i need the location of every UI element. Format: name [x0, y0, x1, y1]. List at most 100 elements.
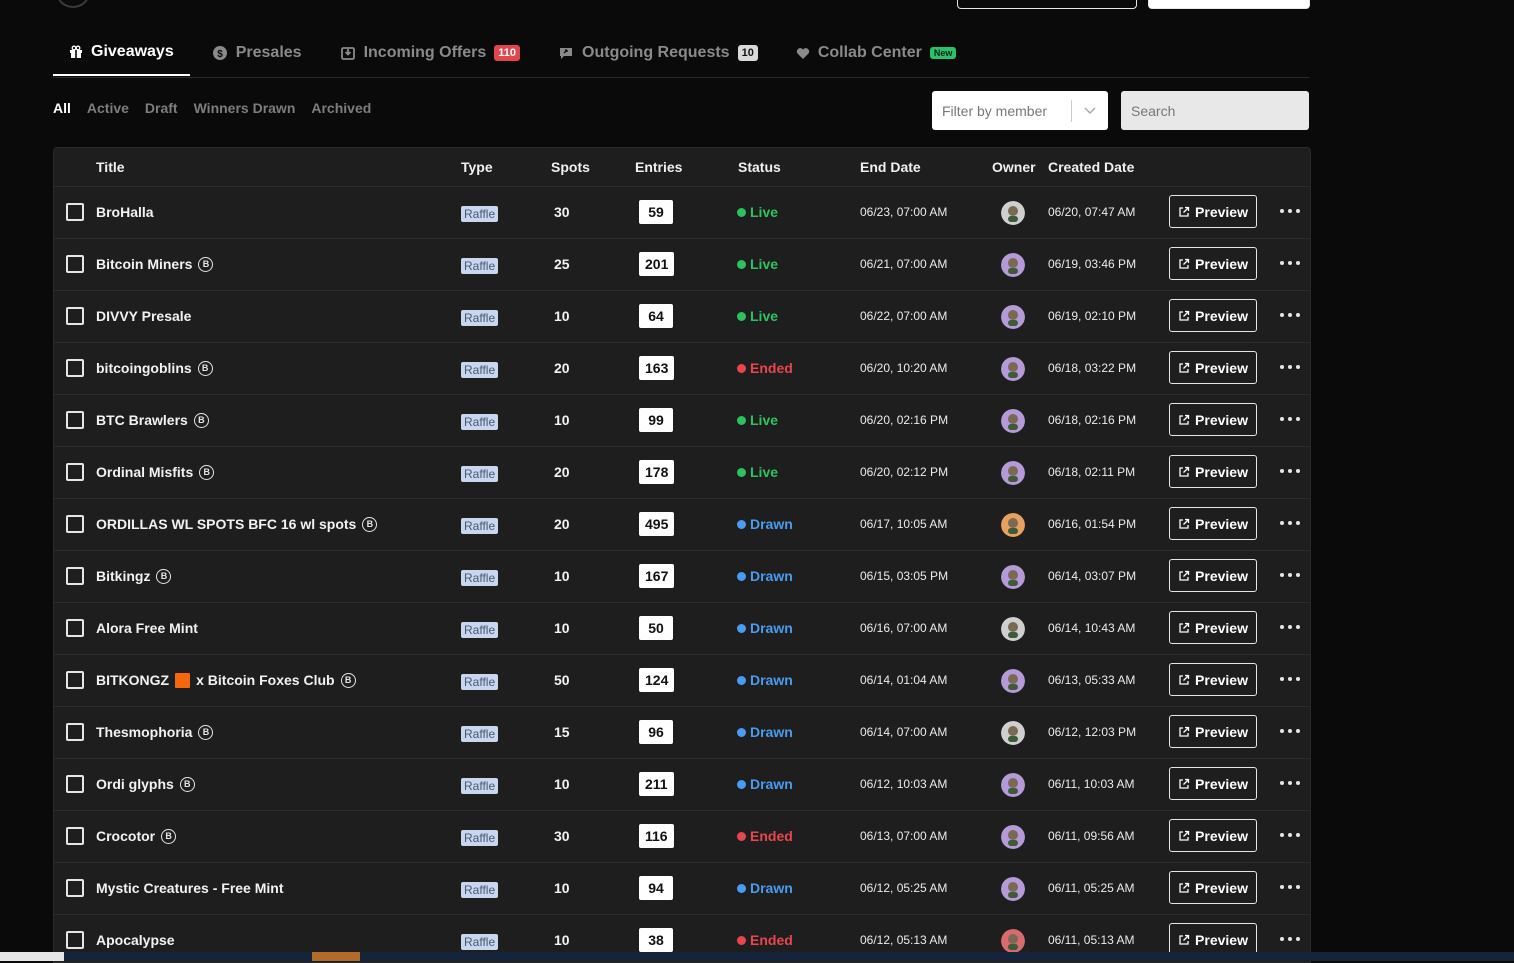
preview-button[interactable]: Preview — [1169, 247, 1257, 280]
table-row[interactable]: bitcoingoblins B Raffle 20 163 Ended 06/2… — [54, 343, 1310, 395]
filter-draft[interactable]: Draft — [145, 100, 178, 116]
owner-avatar[interactable] — [1001, 357, 1025, 381]
col-status[interactable]: Status — [738, 159, 781, 175]
owner-avatar[interactable] — [1001, 409, 1025, 433]
col-owner[interactable]: Owner — [992, 159, 1036, 175]
more-options-icon[interactable] — [1280, 879, 1300, 895]
preview-button[interactable]: Preview — [1169, 299, 1257, 332]
col-type[interactable]: Type — [461, 159, 493, 175]
member-filter-select[interactable]: Filter by member — [932, 91, 1108, 130]
more-options-icon[interactable] — [1280, 567, 1300, 583]
owner-avatar[interactable] — [1001, 773, 1025, 797]
filter-active[interactable]: Active — [87, 100, 129, 116]
top-solid-button[interactable] — [1148, 0, 1310, 9]
row-title-cell[interactable]: BTC Brawlers B — [96, 412, 209, 428]
filter-all[interactable]: All — [53, 100, 71, 116]
table-row[interactable]: BITKONGZ x Bitcoin Foxes Club B Raffle 50 … — [54, 655, 1310, 707]
row-checkbox[interactable] — [66, 359, 84, 377]
col-created-date[interactable]: Created Date — [1048, 159, 1134, 175]
row-title-cell[interactable]: Apocalypse — [96, 932, 194, 948]
row-title-cell[interactable]: BroHalla — [96, 204, 173, 220]
row-checkbox[interactable] — [66, 931, 84, 949]
row-title-cell[interactable]: DIVVY Presale — [96, 308, 210, 324]
more-options-icon[interactable] — [1280, 619, 1300, 635]
col-title[interactable]: Title — [96, 159, 125, 175]
table-row[interactable]: Ordi glyphs B Raffle 10 211 Drawn 06/12, … — [54, 759, 1310, 811]
table-row[interactable]: ORDILLAS WL SPOTS BFC 16 wl spots B Raffl… — [54, 499, 1310, 551]
row-checkbox[interactable] — [66, 203, 84, 221]
row-checkbox[interactable] — [66, 827, 84, 845]
tab-presales[interactable]: $ Presales — [196, 30, 318, 76]
table-row[interactable]: Thesmophoria B Raffle 15 96 Drawn 06/14, … — [54, 707, 1310, 759]
row-title-cell[interactable]: Alora Free Mint — [96, 620, 217, 636]
preview-button[interactable]: Preview — [1169, 611, 1257, 644]
col-spots[interactable]: Spots — [551, 159, 590, 175]
more-options-icon[interactable] — [1280, 203, 1300, 219]
taskbar-start[interactable] — [0, 952, 64, 961]
owner-avatar[interactable] — [1001, 669, 1025, 693]
owner-avatar[interactable] — [1001, 929, 1025, 953]
owner-avatar[interactable] — [1001, 513, 1025, 537]
more-options-icon[interactable] — [1280, 775, 1300, 791]
tab-incoming-offers[interactable]: Incoming Offers 110 — [324, 30, 536, 76]
col-entries[interactable]: Entries — [635, 159, 682, 175]
owner-avatar[interactable] — [1001, 253, 1025, 277]
filter-archived[interactable]: Archived — [311, 100, 371, 116]
row-title-cell[interactable]: Thesmophoria B — [96, 724, 214, 740]
row-checkbox[interactable] — [66, 255, 84, 273]
table-row[interactable]: Mystic Creatures - Free Mint Raffle 10 9… — [54, 863, 1310, 915]
tab-collab-center[interactable]: Collab Center New — [780, 30, 973, 76]
row-checkbox[interactable] — [66, 671, 84, 689]
owner-avatar[interactable] — [1001, 201, 1025, 225]
row-checkbox[interactable] — [66, 411, 84, 429]
row-checkbox[interactable] — [66, 775, 84, 793]
preview-button[interactable]: Preview — [1169, 819, 1257, 852]
more-options-icon[interactable] — [1280, 671, 1300, 687]
row-title-cell[interactable]: Bitkingz B — [96, 568, 172, 584]
owner-avatar[interactable] — [1001, 565, 1025, 589]
row-title-cell[interactable]: BITKONGZ x Bitcoin Foxes Club B — [96, 672, 356, 688]
more-options-icon[interactable] — [1280, 255, 1300, 271]
more-options-icon[interactable] — [1280, 463, 1300, 479]
preview-button[interactable]: Preview — [1169, 195, 1257, 228]
more-options-icon[interactable] — [1280, 827, 1300, 843]
table-row[interactable]: Bitcoin Miners B Raffle 25 201 Live 06/21… — [54, 239, 1310, 291]
row-checkbox[interactable] — [66, 619, 84, 637]
preview-button[interactable]: Preview — [1169, 455, 1257, 488]
more-options-icon[interactable] — [1280, 307, 1300, 323]
table-row[interactable]: BTC Brawlers B Raffle 10 99 Live 06/20, 0… — [54, 395, 1310, 447]
more-options-icon[interactable] — [1280, 723, 1300, 739]
row-title-cell[interactable]: Ordi glyphs B — [96, 776, 195, 792]
row-checkbox[interactable] — [66, 567, 84, 585]
row-checkbox[interactable] — [66, 463, 84, 481]
table-row[interactable]: DIVVY Presale Raffle 10 64 Live 06/22, 0… — [54, 291, 1310, 343]
row-title-cell[interactable]: ORDILLAS WL SPOTS BFC 16 wl spots B — [96, 516, 378, 532]
row-checkbox[interactable] — [66, 515, 84, 533]
row-checkbox[interactable] — [66, 307, 84, 325]
preview-button[interactable]: Preview — [1169, 663, 1257, 696]
row-title-cell[interactable]: Bitcoin Miners B — [96, 256, 214, 272]
col-end-date[interactable]: End Date — [860, 159, 921, 175]
filter-winners-drawn[interactable]: Winners Drawn — [194, 100, 296, 116]
more-options-icon[interactable] — [1280, 515, 1300, 531]
search-input[interactable] — [1121, 91, 1309, 130]
row-checkbox[interactable] — [66, 723, 84, 741]
owner-avatar[interactable] — [1001, 877, 1025, 901]
owner-avatar[interactable] — [1001, 305, 1025, 329]
table-row[interactable]: Bitkingz B Raffle 10 167 Drawn 06/15, 03:… — [54, 551, 1310, 603]
owner-avatar[interactable] — [1001, 825, 1025, 849]
preview-button[interactable]: Preview — [1169, 871, 1257, 904]
table-row[interactable]: Ordinal Misfits B Raffle 20 178 Live 06/2… — [54, 447, 1310, 499]
taskbar-app[interactable] — [312, 952, 360, 961]
table-row[interactable]: Crocotor B Raffle 30 116 Ended 06/13, 07:… — [54, 811, 1310, 863]
chevron-down-icon[interactable] — [1072, 106, 1108, 115]
tab-giveaways[interactable]: Giveaways — [53, 30, 190, 76]
row-title-cell[interactable]: Crocotor B — [96, 828, 177, 844]
tab-outgoing-requests[interactable]: Outgoing Requests 10 — [542, 30, 774, 76]
owner-avatar[interactable] — [1001, 617, 1025, 641]
preview-button[interactable]: Preview — [1169, 507, 1257, 540]
row-checkbox[interactable] — [66, 879, 84, 897]
top-outline-button[interactable] — [957, 0, 1137, 9]
more-options-icon[interactable] — [1280, 411, 1300, 427]
owner-avatar[interactable] — [1001, 461, 1025, 485]
